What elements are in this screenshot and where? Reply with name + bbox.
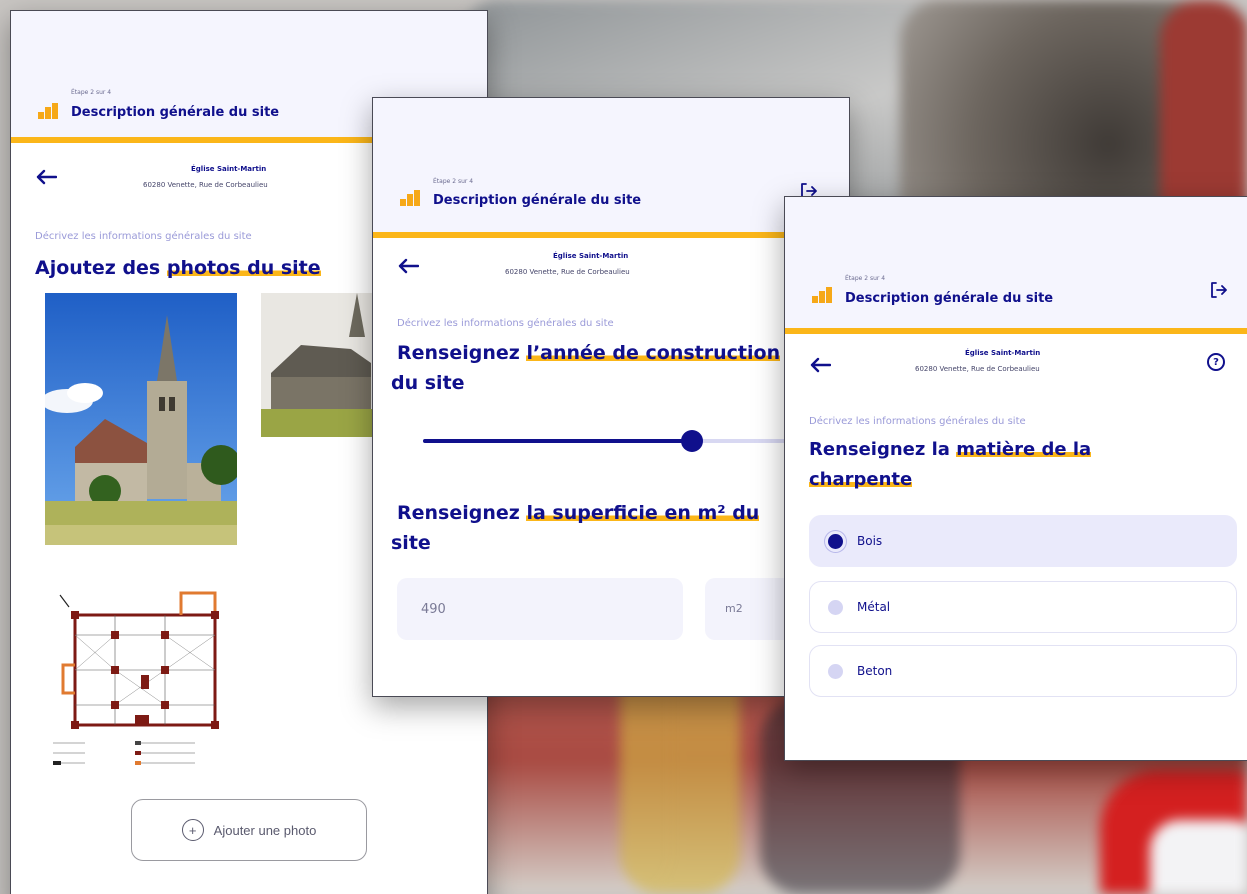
step-indicator: Étape 2 sur 4 <box>71 89 112 96</box>
church-logo-icon <box>38 103 58 119</box>
slider-fill <box>423 439 692 443</box>
area-question: Renseignez la superficie en m² du site <box>391 502 760 554</box>
plus-icon: + <box>181 819 204 841</box>
section-heading: Ajoutez des photos du site <box>35 257 321 279</box>
option-beton[interactable]: Beton <box>809 645 1237 697</box>
unit-value: m2 <box>725 602 743 615</box>
step-indicator: Étape 2 sur 4 <box>845 275 886 282</box>
photo-floor-plan[interactable] <box>45 575 237 779</box>
option-label: Métal <box>857 600 891 614</box>
construction-year-slider[interactable] <box>423 430 843 452</box>
page-title: Description générale du site <box>433 193 642 208</box>
radio-indicator <box>828 533 843 549</box>
section-subtitle: Décrivez les informations générales du s… <box>397 318 614 329</box>
page-title: Description générale du site <box>71 105 280 120</box>
photo-church-aerial[interactable] <box>261 293 381 437</box>
top-bar: Étape 2 sur 4 Description générale du si… <box>373 98 849 238</box>
top-bar: Étape 2 sur 4 Description générale du si… <box>785 197 1247 334</box>
section-subtitle: Décrivez les informations générales du s… <box>809 416 1026 427</box>
option-label: Beton <box>857 664 893 678</box>
help-icon[interactable]: ? <box>1207 353 1225 371</box>
site-name: Église Saint-Martin <box>191 165 267 173</box>
back-arrow-icon[interactable] <box>35 169 57 185</box>
radio-indicator <box>828 663 843 679</box>
frame-material-question: Renseignez la matière de la charpente <box>809 439 1092 490</box>
slider-thumb[interactable] <box>680 430 703 452</box>
option-bois[interactable]: Bois <box>809 515 1237 567</box>
church-logo-icon <box>400 190 420 206</box>
site-name: Église Saint-Martin <box>553 252 629 260</box>
screen-frame-material: Étape 2 sur 4 Description générale du si… <box>784 196 1247 761</box>
add-photo-label: Ajouter une photo <box>213 822 317 838</box>
step-indicator: Étape 2 sur 4 <box>433 178 474 185</box>
option-metal[interactable]: Métal <box>809 581 1237 633</box>
add-photo-button[interactable]: + Ajouter une photo <box>131 799 367 861</box>
section-subtitle: Décrivez les informations générales du s… <box>35 231 252 242</box>
option-label: Bois <box>857 534 883 548</box>
area-input[interactable] <box>397 578 683 640</box>
construction-year-question: Renseignez l’année de construction du si… <box>391 342 781 394</box>
radio-indicator <box>828 599 843 615</box>
exit-icon[interactable] <box>1209 281 1227 299</box>
site-name: Église Saint-Martin <box>965 349 1041 357</box>
photo-church-front[interactable] <box>45 293 237 545</box>
screen-construction: Étape 2 sur 4 Description générale du si… <box>372 97 850 697</box>
page-title: Description générale du site <box>845 291 1054 306</box>
site-address: 60280 Venette, Rue de Corbeaulieu <box>915 365 1040 373</box>
site-address: 60280 Venette, Rue de Corbeaulieu <box>505 268 630 276</box>
back-arrow-icon[interactable] <box>397 258 419 274</box>
church-logo-icon <box>812 287 832 303</box>
back-arrow-icon[interactable] <box>809 357 831 373</box>
site-address: 60280 Venette, Rue de Corbeaulieu <box>143 181 268 189</box>
